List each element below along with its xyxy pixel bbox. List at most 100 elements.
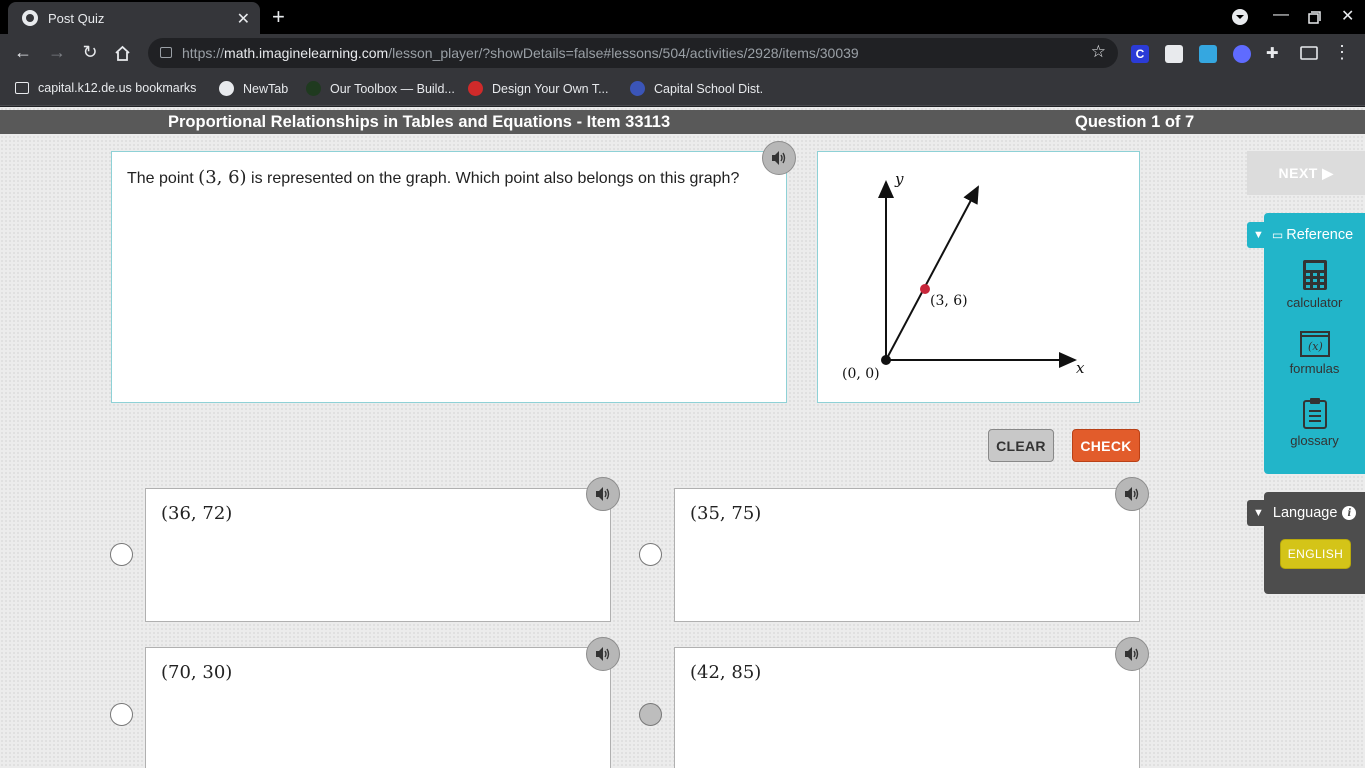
url-host: math.imaginelearning.com [224,45,389,61]
toolbox-icon [306,81,321,96]
x-axis-label: x [1076,359,1085,377]
calculator-tool[interactable]: calculator [1264,259,1365,310]
url-path: /lesson_player/?showDetails=false#lesson… [388,45,859,61]
graph: y x (3, 6) (0, 0) [842,170,1085,382]
choice-radio[interactable] [110,543,133,566]
new-tab-icon[interactable]: + [272,4,285,30]
english-button[interactable]: ENGLISH [1280,539,1351,569]
address-bar[interactable]: https://math.imaginelearning.com/lesson_… [148,38,1118,68]
back-icon[interactable]: ← [12,42,34,63]
bookmark-item[interactable]: Design Your Own T... [468,81,609,96]
speaker-icon [596,647,610,661]
bookmark-label: Our Toolbox — Build... [330,81,455,96]
choice-value: (35, 75) [690,503,762,524]
choice-box[interactable]: (35, 75) [674,488,1140,622]
info-icon[interactable]: i [1342,506,1357,520]
clear-button[interactable]: CLEAR [988,429,1054,462]
origin-label: (0, 0) [842,366,880,382]
question-text-after: is represented on the graph. Which point… [251,170,740,187]
language-toggle[interactable]: ▼ Language i [1247,500,1365,526]
extension-c-icon[interactable]: C [1131,45,1149,63]
close-tab-icon[interactable]: ✕ [237,9,250,29]
bookmark-item[interactable]: NewTab [219,81,288,96]
formulas-icon: (x) [1299,331,1330,357]
choice-value: (70, 30) [161,662,233,683]
choice-audio-button[interactable] [586,477,620,511]
extension-gear-icon[interactable] [1233,45,1251,63]
school-icon [630,81,645,96]
origin-point [881,355,891,365]
choice-box[interactable]: (36, 72) [145,488,611,622]
title-bar: Proportional Relationships in Tables and… [0,110,1365,134]
reference-icon: ▭ [1271,228,1284,242]
choice-audio-button[interactable] [1115,477,1149,511]
bookmark-label: Capital School Dist. [654,81,764,96]
speaker-icon [596,487,610,501]
glossary-label: glossary [1290,433,1339,448]
bookmark-label: Design Your Own T... [492,81,609,96]
window-close-icon[interactable]: ✕ [1341,6,1354,26]
question-text: The point (3, 6) is represented on the g… [127,167,739,188]
speaker-icon [772,151,786,165]
choice-audio-button[interactable] [586,637,620,671]
triangle-down-icon: ▼ [1253,229,1264,241]
menu-icon[interactable]: ⋮ [1331,42,1353,63]
question-point: (3, 6) [198,167,247,188]
lesson-player: Proportional Relationships in Tables and… [0,107,1365,768]
next-button[interactable]: NEXT ▶ [1247,151,1365,195]
home-icon[interactable] [114,45,131,61]
y-axis-label: y [894,170,904,188]
language-title: Language [1272,505,1338,521]
browser-tab-strip: Post Quiz ✕ + — ✕ [0,0,1365,34]
design-icon [468,81,483,96]
reference-toggle[interactable]: ▼ ▭ Reference [1247,222,1365,248]
question-audio-button[interactable] [762,141,796,175]
reference-title: Reference [1286,227,1354,243]
choice-audio-button[interactable] [1115,637,1149,671]
cast-icon[interactable] [1300,46,1318,61]
folder-icon [15,82,29,94]
browser-toolbar: ← → ↻ https://math.imaginelearning.com/l… [0,34,1365,72]
extension-people-icon[interactable] [1165,45,1183,63]
bookmarks-bar: capital.k12.de.us bookmarks NewTab Our T… [0,72,1365,106]
url-prefix: https:// [182,45,225,61]
choice-value: (36, 72) [161,503,233,524]
graph-line [885,185,979,361]
choice-radio[interactable] [110,703,133,726]
question-text-before: The point [127,170,194,187]
calculator-icon [1302,260,1327,290]
glossary-icon [1302,398,1327,429]
glossary-tool[interactable]: glossary [1264,397,1365,448]
minimize-icon[interactable]: — [1273,6,1289,24]
graph-box: y x (3, 6) (0, 0) [817,151,1140,403]
choice-radio[interactable] [639,543,662,566]
speaker-icon [1125,647,1139,661]
bookmark-item[interactable]: Our Toolbox — Build... [306,81,455,96]
graph-point [920,284,930,294]
choice-value: (42, 85) [690,662,762,683]
restore-icon[interactable] [1308,11,1321,24]
extensions-puzzle-icon[interactable]: ✚ [1266,45,1284,63]
site-info-icon[interactable] [160,47,172,58]
extension-cloud-icon[interactable] [1199,45,1217,63]
question-progress: Question 1 of 7 [1075,113,1195,131]
point-label: (3, 6) [930,293,968,309]
choice-box[interactable]: (70, 30) [145,647,611,768]
calculator-label: calculator [1286,295,1343,310]
globe-icon [219,81,234,96]
formulas-tool[interactable]: (x) formulas [1264,331,1365,376]
bookmark-item[interactable]: Capital School Dist. [630,81,763,96]
bookmark-star-icon[interactable]: ☆ [1091,42,1106,62]
bookmark-item[interactable]: capital.k12.de.us bookmarks [15,81,196,95]
bookmark-label: NewTab [243,81,289,96]
tab-search-icon[interactable] [1231,8,1249,26]
browser-tab[interactable]: Post Quiz ✕ [8,2,260,34]
formulas-label: formulas [1289,361,1340,376]
tab-title: Post Quiz [48,10,105,26]
forward-icon[interactable]: → [46,42,68,63]
choice-radio[interactable] [639,703,662,726]
triangle-down-icon: ▼ [1253,507,1264,519]
choice-box[interactable]: (42, 85) [674,647,1140,768]
check-button[interactable]: CHECK [1072,429,1140,462]
reload-icon[interactable]: ↻ [79,42,101,63]
